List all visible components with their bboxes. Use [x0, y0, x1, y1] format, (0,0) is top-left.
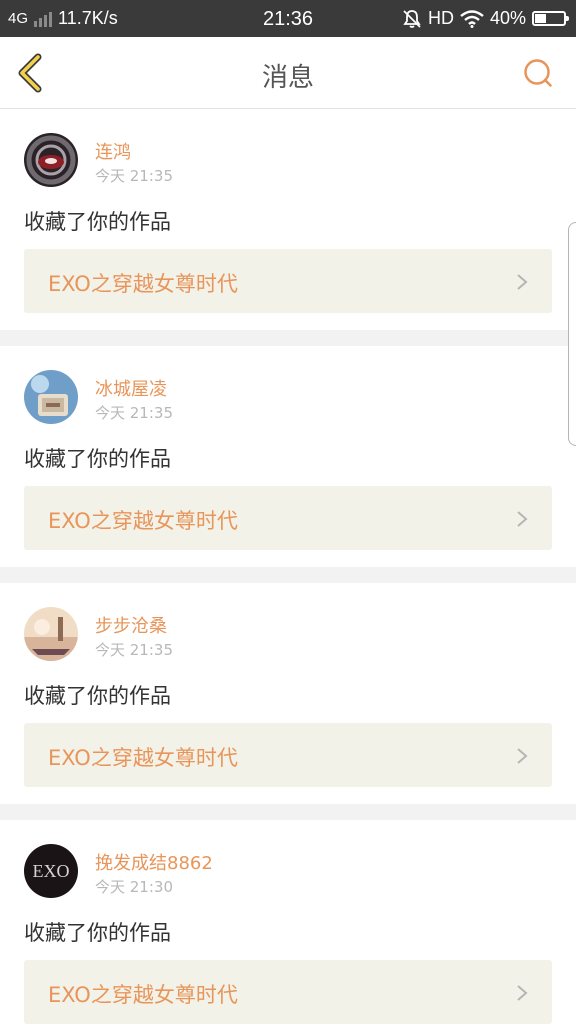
message-list: 连鸿 今天 21:35 收藏了你的作品 EXO之穿越女尊时代 冰城屋凌 今天 2…: [0, 109, 576, 1024]
work-link[interactable]: EXO之穿越女尊时代: [24, 249, 552, 313]
status-bar: 4G 11.7K/s 21:36 HD 40%: [0, 0, 576, 37]
message-card: 步步沧桑 今天 21:35 收藏了你的作品 EXO之穿越女尊时代: [0, 583, 576, 804]
user-name[interactable]: 步步沧桑: [95, 612, 167, 638]
message-card: 连鸿 今天 21:35 收藏了你的作品 EXO之穿越女尊时代: [0, 109, 576, 330]
chevron-right-icon: [517, 748, 528, 764]
page-title: 消息: [261, 63, 314, 93]
message-time: 今天 21:35: [95, 404, 173, 422]
message-text: 收藏了你的作品: [24, 684, 171, 708]
work-title: EXO之穿越女尊时代: [48, 746, 238, 770]
user-name[interactable]: 挽发成结8862: [95, 849, 213, 875]
battery-fill: [535, 14, 547, 23]
user-name[interactable]: 冰城屋凌: [95, 375, 167, 401]
avatar[interactable]: EXO: [24, 844, 78, 898]
message-time: 今天 21:30: [95, 878, 173, 896]
battery-icon: [532, 11, 569, 26]
mute-bell-icon: [403, 9, 421, 28]
work-title: EXO之穿越女尊时代: [48, 272, 238, 296]
chevron-right-icon: [517, 985, 528, 1001]
chevron-right-icon: [517, 274, 528, 290]
user-name[interactable]: 连鸿: [95, 138, 131, 164]
message-card: EXO 挽发成结8862 今天 21:30 收藏了你的作品 EXO之穿越女尊时代: [0, 820, 576, 1024]
message-text: 收藏了你的作品: [24, 921, 171, 945]
message-time: 今天 21:35: [95, 641, 173, 659]
work-link[interactable]: EXO之穿越女尊时代: [24, 960, 552, 1024]
message-text: 收藏了你的作品: [24, 447, 171, 471]
avatar[interactable]: [24, 133, 78, 187]
search-button[interactable]: [522, 57, 554, 89]
nav-bar: 消息: [0, 37, 576, 109]
battery-percent: 40%: [489, 8, 526, 28]
work-title: EXO之穿越女尊时代: [48, 509, 238, 533]
status-right: HD 40%: [402, 8, 569, 29]
message-text: 收藏了你的作品: [24, 210, 171, 234]
message-time: 今天 21:35: [95, 167, 173, 185]
avatar[interactable]: [24, 607, 78, 661]
work-link[interactable]: EXO之穿越女尊时代: [24, 723, 552, 787]
wifi-icon: [460, 9, 484, 28]
chevron-right-icon: [517, 511, 528, 527]
work-link[interactable]: EXO之穿越女尊时代: [24, 486, 552, 550]
hd-indicator: HD: [427, 8, 454, 28]
avatar[interactable]: [24, 370, 78, 424]
work-title: EXO之穿越女尊时代: [48, 983, 238, 1007]
side-pull-handle[interactable]: [568, 222, 576, 446]
avatar-logo-text: EXO: [33, 861, 70, 881]
message-card: 冰城屋凌 今天 21:35 收藏了你的作品 EXO之穿越女尊时代: [0, 346, 576, 567]
